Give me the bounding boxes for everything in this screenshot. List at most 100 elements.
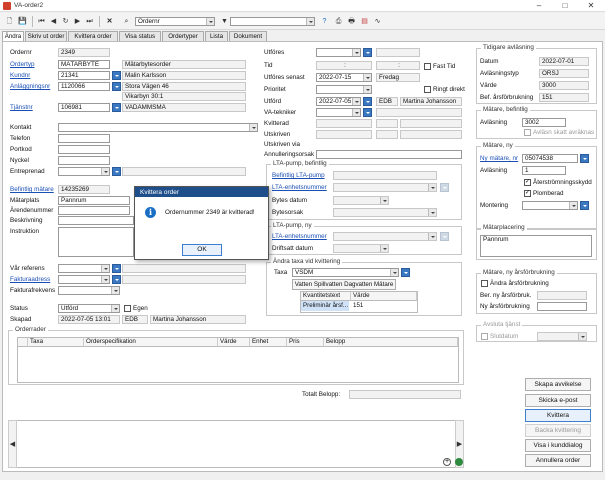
tab-lista[interactable]: Lista <box>205 31 228 41</box>
lta-enhetsnummer-select[interactable] <box>333 183 437 192</box>
aterstromningsskydd-checkbox[interactable]: ✓ <box>524 179 531 186</box>
utford-date[interactable]: 2022-07-05 <box>316 97 361 106</box>
lta-enhetsnummer-dropdown[interactable] <box>440 183 449 192</box>
print-icon[interactable]: ⎙ <box>333 16 344 27</box>
kundnr-field[interactable]: 21341 <box>58 71 110 80</box>
ordertyp-link[interactable]: Ordertyp <box>10 61 35 68</box>
minimize-icon[interactable]: – <box>530 0 548 12</box>
scroll-left-icon[interactable]: ◀ <box>8 420 17 468</box>
lta-ny-enhetsnummer-select[interactable] <box>333 232 437 241</box>
taxa-dropdown[interactable] <box>401 268 410 277</box>
ordertyp-code-field[interactable]: MÄTARBYTE <box>58 60 110 69</box>
fast-tid-checkbox[interactable] <box>424 63 431 70</box>
matarplats-field[interactable]: Pannrum <box>58 196 130 205</box>
tjanstnr-field[interactable]: 106981 <box>58 103 110 112</box>
pdf-icon[interactable]: ▤ <box>359 16 370 27</box>
ny-matare-dropdown[interactable] <box>580 154 589 163</box>
utfores-senast-date[interactable]: 2022-07-15 <box>316 73 372 82</box>
table-row-value[interactable]: 151 <box>351 301 417 311</box>
skapa-avvikelse-button[interactable]: Skapa avvikelse <box>525 378 591 391</box>
kontakt-select[interactable] <box>58 123 258 132</box>
avlasn-skatt-checkbox[interactable] <box>524 129 531 136</box>
kvittera-button[interactable]: Kvittera <box>525 409 591 422</box>
ny-matare-nr-link[interactable]: Ny mätare, nr <box>480 155 518 162</box>
tjanstnr-dropdown[interactable] <box>112 103 121 112</box>
skicka-epost-button[interactable]: Skicka e-post <box>525 394 591 407</box>
beskrivning-field[interactable] <box>58 216 134 225</box>
telefon-field[interactable] <box>58 134 110 143</box>
mb-avlasning-field[interactable]: 3002 <box>522 118 566 127</box>
tab-visa-status[interactable]: Visa status <box>119 31 161 41</box>
fakturafrekvens-select[interactable] <box>58 286 120 295</box>
befintlig-lta-pump-link[interactable]: Befintlig LTA-pump <box>272 172 325 179</box>
utfores-dropdown[interactable] <box>363 48 372 57</box>
ny-matare-nr-field[interactable]: 05074538 <box>522 154 578 163</box>
instruktion-field[interactable] <box>58 227 134 257</box>
anlaggningsnr-field[interactable]: 1120066 <box>58 82 110 91</box>
ringt-direkt-checkbox[interactable] <box>424 86 431 93</box>
backa-kvittering-button[interactable]: Backa kvittering <box>525 424 591 437</box>
fakturaadress-select[interactable] <box>58 275 110 284</box>
slutdatum-select[interactable] <box>537 332 587 341</box>
var-referens-select[interactable] <box>58 264 110 273</box>
last-record-icon[interactable]: ⏭ <box>84 16 95 27</box>
fakturaadress-dropdown[interactable] <box>112 275 121 284</box>
driftsatt-datum-select[interactable] <box>333 244 389 253</box>
lta-ny-enhetsnummer-dropdown[interactable] <box>440 232 449 241</box>
tab-dokument[interactable]: Dokument <box>229 31 267 41</box>
refresh-icon[interactable]: ↻ <box>60 16 71 27</box>
entreprenad-select[interactable] <box>58 167 110 176</box>
utfores-select[interactable] <box>316 48 361 57</box>
ok-button[interactable]: OK <box>182 244 222 256</box>
prioritet-select[interactable] <box>316 85 372 94</box>
help-icon[interactable]: ? <box>319 16 330 27</box>
maximize-icon[interactable]: □ <box>556 0 574 12</box>
kundnr-link[interactable]: Kundnr <box>10 72 30 79</box>
fakturaadress-link[interactable]: Fakturaadress <box>10 276 50 283</box>
print-preview-icon[interactable]: 🖶 <box>346 16 357 27</box>
anlaggningsnr-link[interactable]: Anläggningsnr <box>10 83 50 90</box>
montering-dropdown[interactable] <box>580 201 589 210</box>
tid-from-field[interactable]: : <box>316 61 372 70</box>
visa-i-kunddialog-button[interactable]: Visa i kunddialog <box>525 439 591 452</box>
delete-icon[interactable]: ✕ <box>104 16 115 27</box>
filter-select[interactable] <box>230 17 315 26</box>
first-record-icon[interactable]: ⏮ <box>36 16 47 27</box>
chart-icon[interactable]: ∿ <box>372 16 383 27</box>
taxa-description-button[interactable]: Vatten Spillvatten Dagvatten Mätare <box>292 279 396 290</box>
arendenummer-field[interactable] <box>58 206 130 215</box>
search-icon[interactable]: ⌕ <box>121 16 132 27</box>
andra-arsforbrukning-checkbox[interactable] <box>481 280 488 287</box>
add-icon[interactable]: + <box>443 458 451 466</box>
tab-ordertyper[interactable]: Ordertyper <box>162 31 204 41</box>
filter-icon[interactable]: ▼ <box>219 16 230 27</box>
befintlig-matare-link[interactable]: Befintlig mätare <box>10 186 54 193</box>
table-row-text[interactable]: Preliminär årsf... <box>301 301 349 311</box>
tid-to-field[interactable]: : <box>376 61 420 70</box>
mn-avlasning-field[interactable]: 1 <box>522 166 566 175</box>
utford-dropdown[interactable] <box>363 97 372 106</box>
egen-checkbox[interactable] <box>124 305 131 312</box>
var-referens-dropdown[interactable] <box>112 264 121 273</box>
va-tekniker-select[interactable] <box>316 108 361 117</box>
nyckel-field[interactable] <box>58 156 110 165</box>
ny-arsforbrukning-field[interactable] <box>537 302 587 311</box>
annullera-order-button[interactable]: Annullera order <box>525 454 591 467</box>
new-doc-icon[interactable]: 🗋 <box>4 16 15 27</box>
bytes-datum-select[interactable] <box>333 196 389 205</box>
entreprenad-dropdown[interactable] <box>112 167 121 176</box>
lta-ny-enhetsnummer-link[interactable]: LTA-enhetsnummer <box>272 233 327 240</box>
save-icon[interactable]: 💾 <box>17 16 28 27</box>
kundnr-dropdown[interactable] <box>112 71 121 80</box>
status-select[interactable]: Utförd <box>58 304 120 313</box>
taxa-select[interactable]: VSDM <box>292 268 399 277</box>
anlaggningsnr-dropdown[interactable] <box>112 82 121 91</box>
tjanstnr-link[interactable]: Tjänstnr <box>10 104 33 111</box>
plomberad-checkbox[interactable]: ✓ <box>524 190 531 197</box>
tab-skriv-ut-order[interactable]: Skriv ut order <box>25 31 67 41</box>
order-select[interactable]: Ordernr <box>135 17 215 26</box>
matarplacering-field[interactable]: Pannrum <box>480 235 592 257</box>
va-tekniker-dropdown[interactable] <box>363 108 372 117</box>
next-record-icon[interactable]: ▶ <box>72 16 83 27</box>
bytesorsak-select[interactable] <box>333 208 437 217</box>
